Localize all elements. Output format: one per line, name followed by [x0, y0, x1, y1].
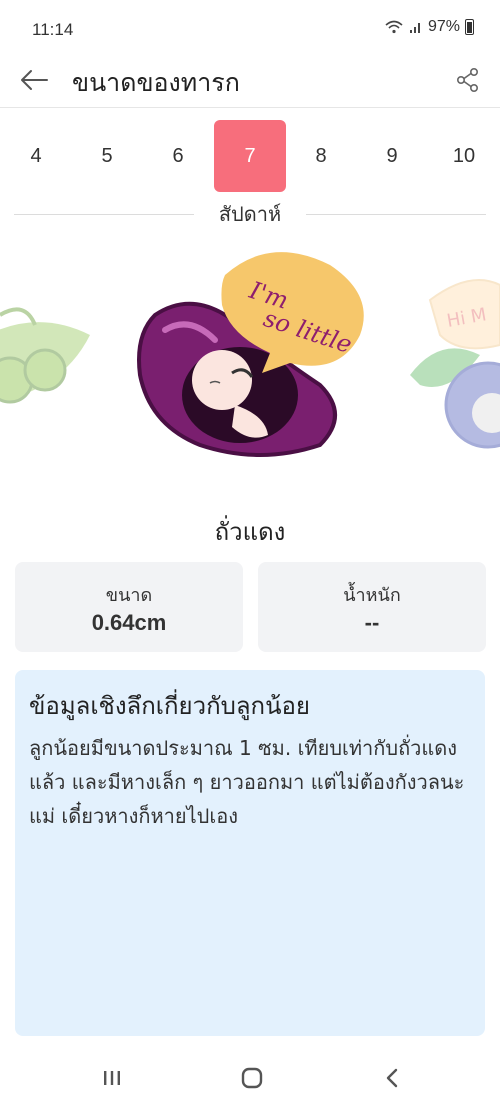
- divider-right: [306, 214, 486, 215]
- week-selector: 4 5 6 7 8 9 10: [0, 120, 500, 192]
- week-item-4[interactable]: 4: [0, 120, 72, 192]
- app-bar: ขนาดของทารก: [0, 52, 500, 108]
- home-icon: [241, 1067, 263, 1089]
- size-value: 0.64cm: [91, 610, 167, 635]
- week-item-6[interactable]: 6: [142, 120, 214, 192]
- size-label: ขนาด: [105, 585, 153, 606]
- back-button[interactable]: [16, 62, 52, 98]
- home-button[interactable]: [230, 1056, 274, 1100]
- wifi-icon: [385, 20, 403, 34]
- status-icons: 97%: [384, 18, 474, 36]
- weight-value: --: [364, 610, 380, 635]
- week-item-8[interactable]: 8: [285, 120, 357, 192]
- blueberry-image: Hi M: [410, 279, 500, 449]
- page-title: ขนาดของทารก: [72, 68, 240, 97]
- chevron-left-icon: [386, 1068, 398, 1088]
- insight-title: ข้อมูลเชิงลึกเกี่ยวกับลูกน้อย: [29, 692, 310, 720]
- week-item-5[interactable]: 5: [71, 120, 143, 192]
- illustration-carousel[interactable]: Hi M I'm so little: [0, 245, 500, 505]
- insight-card: ข้อมูลเชิงลึกเกี่ยวกับลูกน้อย ลูกน้อยมีข…: [15, 670, 485, 1036]
- week-item-7-selected[interactable]: 7: [214, 120, 286, 192]
- week-item-9[interactable]: 9: [356, 120, 428, 192]
- week-label-row: สัปดาห์: [14, 198, 486, 230]
- insight-body: ลูกน้อยมีขนาดประมาณ 1 ซม. เทียบเท่ากับถั…: [29, 736, 465, 828]
- arrow-left-icon: [21, 70, 48, 90]
- battery-icon: [465, 19, 474, 35]
- fruit-name: ถั่วแดง: [214, 518, 286, 546]
- pea-pod-image: [0, 307, 90, 404]
- signal-icon: [409, 23, 420, 33]
- status-bar: 11:14 97%: [0, 0, 500, 58]
- system-nav-bar: [0, 1046, 500, 1111]
- illustration-svg: Hi M I'm so little: [0, 252, 500, 457]
- weight-card: น้ำหนัก --: [258, 562, 486, 652]
- share-button[interactable]: [450, 62, 486, 98]
- recent-apps-icon: [104, 1071, 120, 1085]
- system-back-button[interactable]: [370, 1056, 414, 1100]
- size-card: ขนาด 0.64cm: [15, 562, 243, 652]
- week-item-10[interactable]: 10: [428, 120, 500, 192]
- status-time: 11:14: [32, 20, 74, 39]
- weight-label: น้ำหนัก: [343, 585, 401, 606]
- recent-apps-button[interactable]: [90, 1056, 134, 1100]
- battery-percent: 97%: [427, 18, 460, 35]
- share-icon: [456, 67, 479, 92]
